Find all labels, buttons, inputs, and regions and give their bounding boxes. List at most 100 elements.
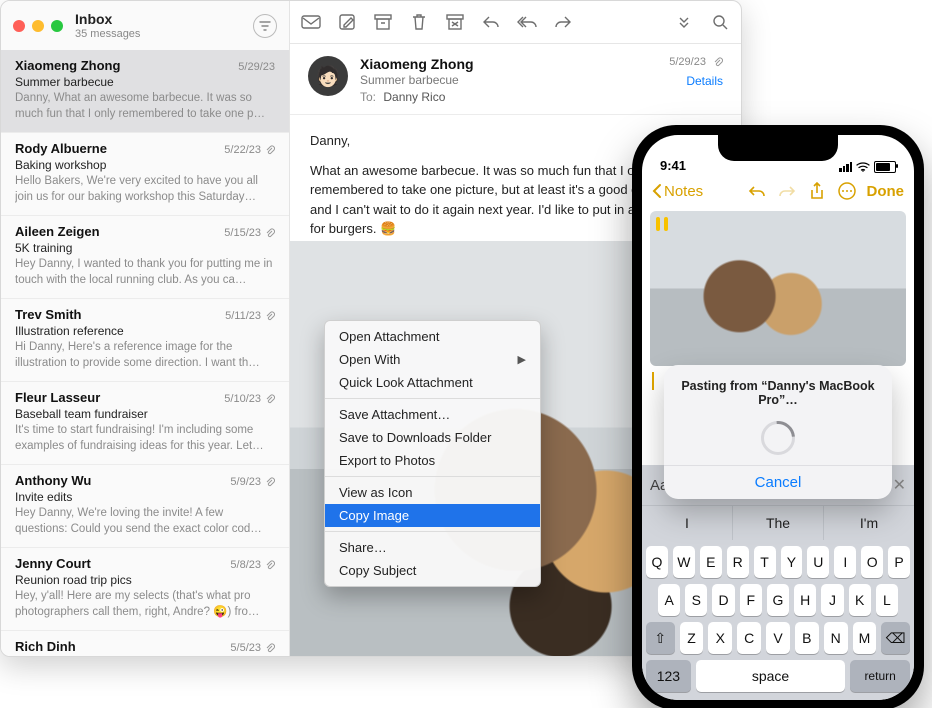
- attachment-icon: [265, 228, 275, 238]
- key-k[interactable]: K: [849, 584, 871, 616]
- message-date: 5/8/23: [230, 559, 275, 571]
- context-menu-item[interactable]: Save Attachment…: [325, 403, 540, 426]
- message-item[interactable]: Aileen Zeigen5/15/235K trainingHey Danny…: [1, 216, 289, 299]
- key-z[interactable]: Z: [680, 622, 704, 654]
- predictive-text-bar[interactable]: I The I'm: [642, 505, 914, 540]
- header-to-name[interactable]: Danny Rico: [383, 90, 445, 104]
- done-button[interactable]: Done: [867, 183, 905, 200]
- undo-icon[interactable]: [747, 181, 767, 201]
- key-d[interactable]: D: [712, 584, 734, 616]
- more-options-icon[interactable]: [837, 181, 857, 201]
- message-sender: Trev Smith: [15, 307, 81, 322]
- attachment-icon: [265, 311, 275, 321]
- context-menu-item[interactable]: Quick Look Attachment: [325, 371, 540, 394]
- message-item[interactable]: Trev Smith5/11/23Illustration referenceH…: [1, 299, 289, 382]
- key-h[interactable]: H: [794, 584, 816, 616]
- key-w[interactable]: W: [673, 546, 695, 578]
- key-space[interactable]: space: [696, 660, 845, 692]
- key-j[interactable]: J: [821, 584, 843, 616]
- key-return[interactable]: return: [850, 660, 910, 692]
- key-y[interactable]: Y: [781, 546, 803, 578]
- trash-icon[interactable]: [408, 12, 430, 32]
- cancel-button[interactable]: Cancel: [674, 472, 882, 491]
- details-link[interactable]: Details: [669, 74, 723, 88]
- shift-key[interactable]: ⇧: [646, 622, 675, 654]
- context-menu-item[interactable]: Save to Downloads Folder: [325, 426, 540, 449]
- key-x[interactable]: X: [708, 622, 732, 654]
- window-controls[interactable]: [13, 20, 63, 32]
- context-menu-item[interactable]: View as Icon: [325, 481, 540, 504]
- progress-spinner: [761, 421, 795, 455]
- context-menu[interactable]: Open AttachmentOpen With▶Quick Look Atta…: [324, 320, 541, 587]
- context-menu-item[interactable]: Copy Image: [325, 504, 540, 527]
- context-menu-item[interactable]: Open With▶: [325, 348, 540, 371]
- attachment-icon: [265, 560, 275, 570]
- mailbox-subtitle: 35 messages: [75, 28, 253, 40]
- attachment-icon: [265, 477, 275, 487]
- message-sender: Jenny Court: [15, 556, 91, 571]
- junk-icon[interactable]: [444, 12, 466, 32]
- keyboard[interactable]: Aa ✕ I The I'm QWERTYUIOPASDFGHJKL⇧ZXCVB…: [642, 465, 914, 700]
- prediction-3[interactable]: I'm: [824, 506, 914, 540]
- minimize-window-button[interactable]: [32, 20, 44, 32]
- key-123[interactable]: 123: [646, 660, 691, 692]
- header-date: 5/29/23: [669, 56, 723, 68]
- message-subject: Baking workshop: [15, 158, 275, 172]
- key-r[interactable]: R: [727, 546, 749, 578]
- key-n[interactable]: N: [824, 622, 848, 654]
- window-titlebar: Inbox 35 messages: [1, 1, 289, 50]
- key-a[interactable]: A: [658, 584, 680, 616]
- more-icon[interactable]: [673, 12, 695, 32]
- key-o[interactable]: O: [861, 546, 883, 578]
- key-i[interactable]: I: [834, 546, 856, 578]
- message-item[interactable]: Jenny Court5/8/23Reunion road trip picsH…: [1, 548, 289, 631]
- key-c[interactable]: C: [737, 622, 761, 654]
- key-m[interactable]: M: [853, 622, 877, 654]
- key-b[interactable]: B: [795, 622, 819, 654]
- compose-icon[interactable]: [336, 12, 358, 32]
- context-menu-item[interactable]: Share…: [325, 536, 540, 559]
- notes-back-button[interactable]: Notes: [652, 183, 703, 200]
- message-preview: Hey, y'all! Here are my selects (that's …: [15, 589, 275, 620]
- key-f[interactable]: F: [740, 584, 762, 616]
- message-item[interactable]: Xiaomeng Zhong5/29/23Summer barbecueDann…: [1, 50, 289, 133]
- message-sender: Rich Dinh: [15, 639, 76, 654]
- search-icon[interactable]: [709, 12, 731, 32]
- key-t[interactable]: T: [754, 546, 776, 578]
- share-icon[interactable]: [807, 181, 827, 201]
- key-q[interactable]: Q: [646, 546, 668, 578]
- message-preview: Hi Danny, Here's a reference image for t…: [15, 340, 275, 371]
- context-menu-item[interactable]: Open Attachment: [325, 325, 540, 348]
- reply-icon[interactable]: [480, 12, 502, 32]
- message-subject: Illustration reference: [15, 324, 275, 338]
- context-menu-item[interactable]: Export to Photos: [325, 449, 540, 472]
- key-s[interactable]: S: [685, 584, 707, 616]
- forward-icon[interactable]: [552, 12, 574, 32]
- key-v[interactable]: V: [766, 622, 790, 654]
- message-item[interactable]: Fleur Lasseur5/10/23Baseball team fundra…: [1, 382, 289, 465]
- message-preview: It's time to start fundraising! I'm incl…: [15, 423, 275, 454]
- prediction-2[interactable]: The: [733, 506, 824, 540]
- context-menu-item[interactable]: Copy Subject: [325, 559, 540, 582]
- new-message-icon[interactable]: [300, 12, 322, 32]
- zoom-window-button[interactable]: [51, 20, 63, 32]
- attachment-icon: [265, 643, 275, 653]
- key-g[interactable]: G: [767, 584, 789, 616]
- message-item[interactable]: Anthony Wu5/9/23Invite editsHey Danny, W…: [1, 465, 289, 548]
- key-p[interactable]: P: [888, 546, 910, 578]
- reply-all-icon[interactable]: [516, 12, 538, 32]
- prediction-1[interactable]: I: [642, 506, 733, 540]
- key-u[interactable]: U: [807, 546, 829, 578]
- redo-icon[interactable]: [777, 181, 797, 201]
- message-list[interactable]: Xiaomeng Zhong5/29/23Summer barbecueDann…: [1, 50, 289, 656]
- archive-icon[interactable]: [372, 12, 394, 32]
- filter-button[interactable]: [253, 14, 277, 38]
- message-item[interactable]: Rich Dinh5/5/23Trip to Zion National Par…: [1, 631, 289, 656]
- backspace-key[interactable]: ⌫: [881, 622, 910, 654]
- note-image[interactable]: [650, 211, 906, 366]
- close-window-button[interactable]: [13, 20, 25, 32]
- message-item[interactable]: Rody Albuerne5/22/23Baking workshopHello…: [1, 133, 289, 216]
- key-e[interactable]: E: [700, 546, 722, 578]
- key-l[interactable]: L: [876, 584, 898, 616]
- dismiss-accessory-icon[interactable]: ✕: [893, 475, 906, 495]
